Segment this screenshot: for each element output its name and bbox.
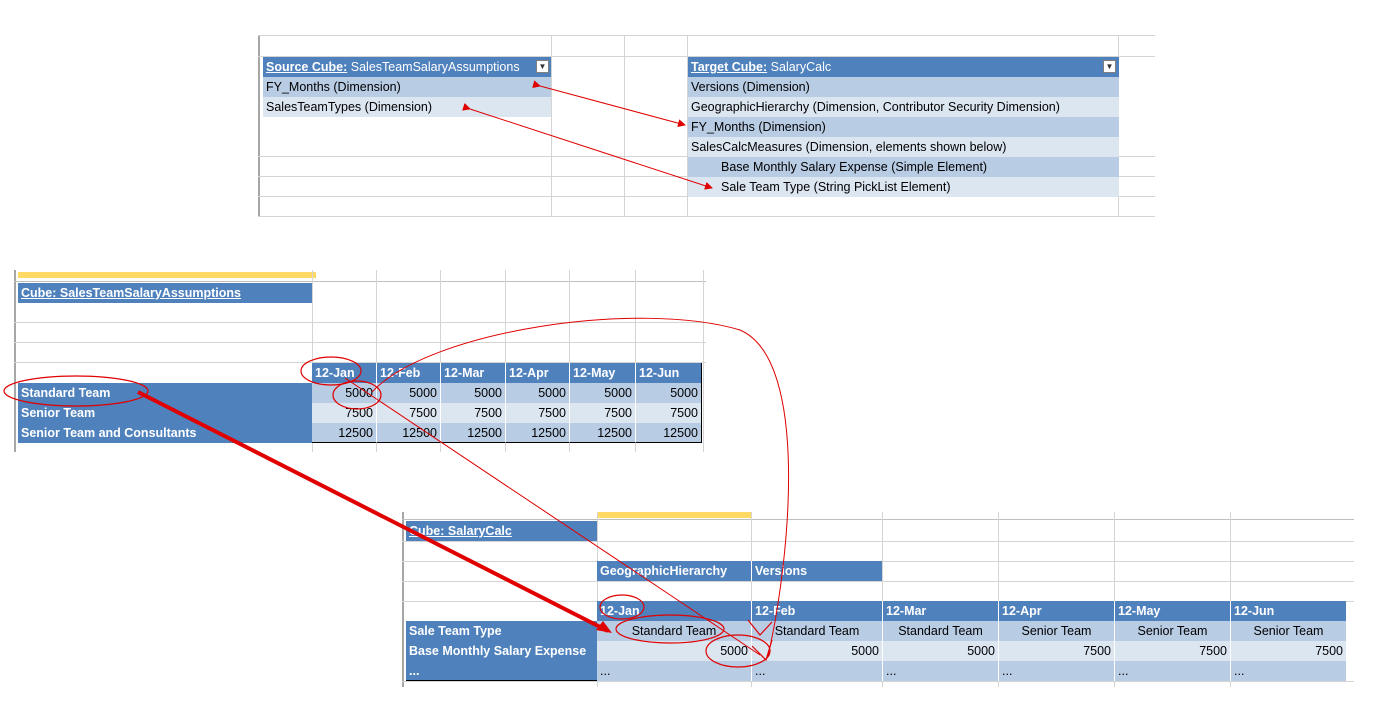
thick-mapping-arrow (137, 390, 612, 633)
arrowhead-icon (747, 619, 773, 636)
highlight-circle-5000 (332, 380, 382, 410)
arrowhead-icon (751, 639, 773, 662)
mapping-arrow-salesteamtypes (462, 103, 713, 190)
mapping-curve-value (371, 317, 789, 657)
highlight-circle-standard-team (3, 375, 149, 407)
highlight-circle-target-standard (615, 614, 725, 644)
mapping-arrow-fy-months (532, 80, 686, 128)
highlight-circle-target-jan (599, 594, 645, 620)
mapping-line-jan (344, 377, 761, 656)
annotation-overlay (3, 80, 789, 668)
